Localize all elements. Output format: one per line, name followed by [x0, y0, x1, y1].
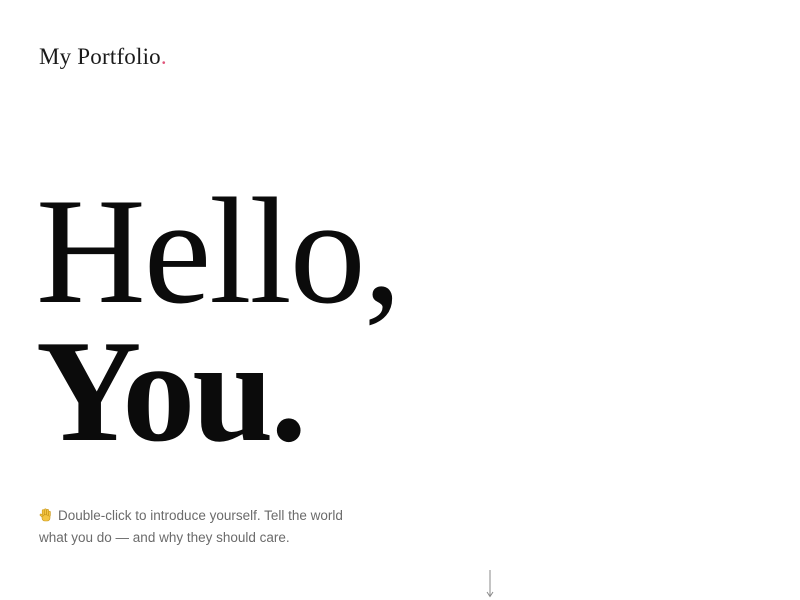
- intro-text-block[interactable]: Double-click to introduce yourself. Tell…: [39, 505, 349, 549]
- hero-heading: Hello, You.: [36, 167, 402, 472]
- site-title-dot: .: [160, 44, 167, 69]
- hero-line-2: You.: [36, 310, 307, 472]
- site-title-text: My Portfolio: [39, 44, 161, 69]
- intro-text: Double-click to introduce yourself. Tell…: [39, 508, 343, 545]
- arrow-down-icon[interactable]: [484, 570, 496, 598]
- site-title[interactable]: My Portfolio.: [39, 44, 167, 70]
- waving-hand-icon: [39, 507, 53, 522]
- hero-line-1: Hello,: [36, 167, 402, 335]
